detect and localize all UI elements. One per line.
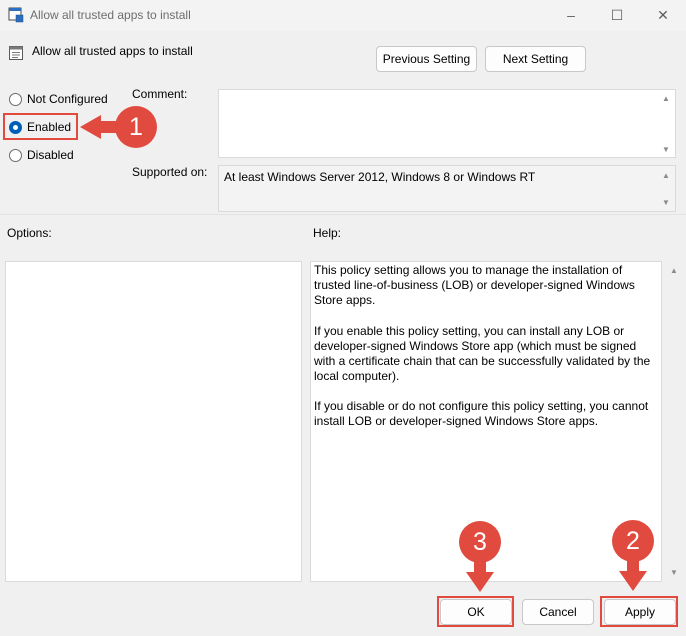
enabled-highlight-box [3, 113, 78, 140]
previous-setting-button[interactable]: Previous Setting [376, 46, 477, 72]
radio-not-configured-label: Not Configured [27, 92, 108, 106]
options-label: Options: [7, 226, 52, 240]
policy-name: Allow all trusted apps to install [32, 44, 193, 58]
comment-textarea[interactable] [218, 89, 676, 158]
supported-scroll-down-icon[interactable]: ▼ [660, 197, 672, 209]
step1-arrow-icon [80, 115, 118, 139]
comment-scroll-up-icon[interactable]: ▲ [660, 93, 672, 105]
next-setting-button[interactable]: Next Setting [485, 46, 586, 72]
comment-label: Comment: [132, 87, 188, 101]
supported-on-value: At least Windows Server 2012, Windows 8 … [224, 170, 536, 184]
step1-marker: 1 [115, 106, 157, 148]
policy-setting-icon [9, 46, 23, 60]
step2-marker: 2 [612, 520, 654, 562]
close-button[interactable]: ✕ [640, 0, 686, 31]
radio-disabled-circle[interactable] [9, 149, 22, 162]
options-panel [5, 261, 302, 582]
help-scroll-up-icon[interactable]: ▲ [668, 265, 680, 277]
cancel-button[interactable]: Cancel [522, 599, 594, 625]
help-scroll-down-icon[interactable]: ▼ [668, 567, 680, 579]
help-paragraph: If you disable or do not configure this … [314, 399, 649, 428]
window-title: Allow all trusted apps to install [30, 8, 191, 22]
help-label: Help: [313, 226, 342, 240]
help-paragraph: This policy setting allows you to manage… [314, 263, 635, 307]
ok-highlight-box [437, 596, 514, 627]
radio-not-configured-circle[interactable] [9, 93, 22, 106]
comment-scroll-down-icon[interactable]: ▼ [660, 144, 672, 156]
section-divider [0, 214, 686, 215]
supported-on-label: Supported on: [132, 165, 208, 179]
maximize-button[interactable]: ☐ [594, 0, 640, 31]
minimize-button[interactable]: – [548, 0, 594, 31]
policy-window-icon [8, 7, 24, 23]
supported-scroll-up-icon[interactable]: ▲ [660, 170, 672, 182]
step3-marker: 3 [459, 521, 501, 563]
radio-disabled-label: Disabled [27, 148, 74, 162]
apply-highlight-box [600, 596, 678, 627]
help-paragraph: If you enable this policy setting, you c… [314, 324, 651, 383]
